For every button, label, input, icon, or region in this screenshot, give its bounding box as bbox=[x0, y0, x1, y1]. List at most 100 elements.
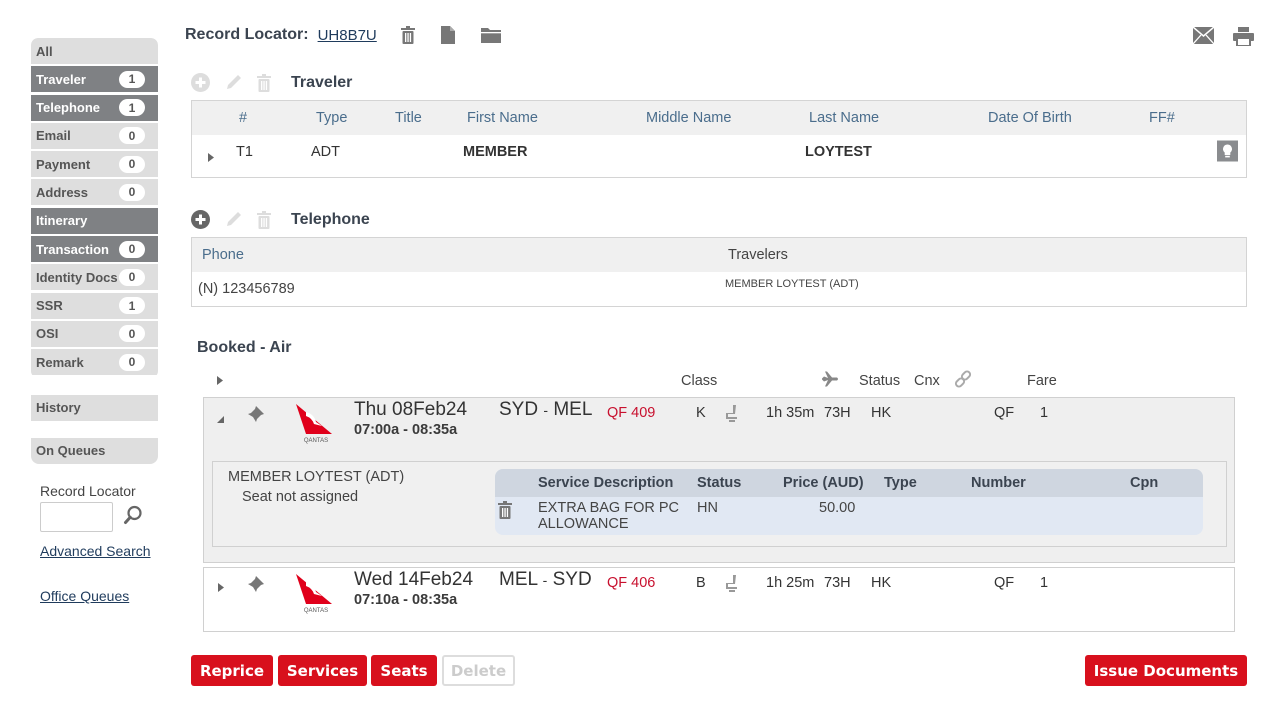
record-locator-search: Record Locator bbox=[40, 483, 143, 532]
trash-icon[interactable] bbox=[400, 26, 415, 44]
column-header: Last Name bbox=[809, 110, 880, 126]
traveler-number: T1 bbox=[236, 143, 253, 160]
collapse-arrow-icon[interactable] bbox=[217, 410, 224, 428]
column-header: Phone bbox=[202, 247, 244, 263]
count-badge: 0 bbox=[119, 325, 145, 343]
sidebar-item-remark[interactable]: Remark 0 bbox=[31, 349, 158, 376]
service-price: 50.00 bbox=[819, 500, 856, 516]
expand-arrow-icon[interactable] bbox=[208, 150, 214, 166]
sidebar-item-email[interactable]: Email 0 bbox=[31, 122, 158, 149]
sidebar: All Traveler 1 Telephone 1 Email 0 Payment 0… bbox=[31, 38, 158, 464]
flight-number[interactable]: QF 409 bbox=[607, 405, 655, 421]
table-row[interactable]: EXTRA BAG FOR PC ALLOWANCE HN 50.00 bbox=[495, 497, 1203, 535]
record-header: Record Locator: UH8B7U bbox=[185, 26, 501, 44]
booking-class: B bbox=[696, 575, 706, 591]
sidebar-item-payment[interactable]: Payment 0 bbox=[31, 151, 158, 178]
services-button[interactable]: Services bbox=[278, 655, 367, 686]
sidebar-item-label: On Queues bbox=[36, 443, 106, 459]
sidebar-item-on-queues[interactable]: On Queues bbox=[31, 437, 158, 464]
column-header: Type bbox=[316, 110, 348, 126]
column-header-status: Status bbox=[859, 373, 901, 389]
fare-carrier: QF bbox=[994, 405, 1015, 421]
sidebar-item-history[interactable]: History bbox=[31, 394, 158, 421]
seat-status: Seat not assigned bbox=[242, 489, 359, 505]
office-queues-link[interactable]: Office Queues bbox=[40, 588, 129, 604]
column-header-cnx: Cnx bbox=[914, 373, 940, 389]
advanced-search-link[interactable]: Advanced Search bbox=[40, 543, 151, 559]
lightbulb-icon[interactable] bbox=[1217, 140, 1238, 165]
telephone-table: Phone Travelers (N) 123456789 MEMBER LOY… bbox=[191, 237, 1247, 307]
folder-icon[interactable] bbox=[480, 26, 501, 44]
segment-times: 07:00a - 08:35a bbox=[354, 422, 458, 438]
air-segments-header: Class Status Cnx Fare bbox=[203, 369, 1235, 393]
table-row[interactable]: (N) 123456789 MEMBER LOYTEST (ADT) bbox=[192, 272, 1246, 306]
sidebar-item-label: Address bbox=[36, 184, 89, 200]
table-header: Service Description Status Price (AUD) T… bbox=[495, 469, 1203, 497]
sidebar-item-label: Telephone bbox=[36, 100, 101, 116]
segment-route: SYD - MEL bbox=[499, 399, 592, 421]
column-header: # bbox=[239, 110, 248, 126]
link-chain-icon bbox=[953, 369, 973, 393]
sidebar-item-itinerary[interactable]: Itinerary bbox=[31, 207, 158, 234]
issue-documents-button[interactable]: Issue Documents bbox=[1085, 655, 1247, 686]
sidebar-item-address[interactable]: Address 0 bbox=[31, 179, 158, 206]
column-header: Travelers bbox=[728, 247, 788, 263]
add-icon[interactable] bbox=[191, 73, 210, 92]
traveler-type: ADT bbox=[311, 143, 340, 160]
traveler-title: Traveler bbox=[291, 73, 353, 91]
sidebar-item-label: Remark bbox=[36, 354, 84, 370]
trash-icon[interactable] bbox=[498, 501, 512, 523]
segment-date: Thu 08Feb24 bbox=[354, 399, 468, 420]
sidebar-item-all[interactable]: All bbox=[31, 38, 158, 64]
add-icon[interactable] bbox=[191, 210, 210, 229]
document-icon[interactable] bbox=[440, 26, 455, 44]
segment-detail: MEMBER LOYTEST (ADT) Seat not assigned S… bbox=[212, 461, 1227, 547]
pin-icon[interactable] bbox=[247, 575, 265, 598]
flight-number[interactable]: QF 406 bbox=[607, 575, 655, 591]
trash-icon[interactable] bbox=[257, 73, 271, 92]
sidebar-item-identity-docs[interactable]: Identity Docs 0 bbox=[31, 264, 158, 291]
delete-button[interactable]: Delete bbox=[442, 655, 515, 686]
column-header: First Name bbox=[467, 110, 538, 126]
route-separator: - bbox=[543, 402, 549, 418]
traveler-table: # Type Title First Name Middle Name Last… bbox=[191, 100, 1247, 178]
reprice-button[interactable]: Reprice bbox=[191, 655, 273, 686]
sidebar-item-transaction[interactable]: Transaction 0 bbox=[31, 236, 158, 263]
seats-button[interactable]: Seats bbox=[371, 655, 437, 686]
trash-icon[interactable] bbox=[257, 210, 271, 229]
sidebar-item-label: Payment bbox=[36, 156, 91, 172]
sidebar-item-label: SSR bbox=[36, 298, 63, 314]
booked-air-title: Booked - Air bbox=[197, 339, 292, 356]
expand-all-icon[interactable] bbox=[217, 373, 223, 389]
origin: MEL bbox=[499, 569, 538, 590]
last-name: LOYTEST bbox=[805, 143, 872, 160]
qantas-logo-text: QANTAS bbox=[304, 438, 328, 444]
count-badge: 0 bbox=[119, 268, 145, 286]
search-icon[interactable] bbox=[123, 505, 143, 530]
sidebar-item-osi[interactable]: OSI 0 bbox=[31, 320, 158, 347]
edit-icon[interactable] bbox=[224, 73, 243, 92]
email-icon[interactable] bbox=[1192, 26, 1215, 51]
seat-icon[interactable] bbox=[724, 404, 740, 427]
sidebar-item-ssr[interactable]: SSR 1 bbox=[31, 292, 158, 319]
column-header: Cpn bbox=[1130, 475, 1159, 491]
column-header: Price (AUD) bbox=[783, 475, 864, 491]
record-locator-link[interactable]: UH8B7U bbox=[318, 27, 377, 44]
count-badge: 0 bbox=[119, 240, 145, 258]
record-locator-input[interactable] bbox=[40, 502, 113, 532]
column-header: Number bbox=[971, 475, 1026, 491]
seat-icon[interactable] bbox=[724, 574, 740, 597]
sidebar-item-traveler[interactable]: Traveler 1 bbox=[31, 66, 158, 93]
air-segment[interactable]: QANTAS Wed 14Feb24 07:10a - 08:35a MEL -… bbox=[203, 567, 1235, 632]
services-table: Service Description Status Price (AUD) T… bbox=[495, 469, 1203, 535]
air-segment[interactable]: QANTAS Thu 08Feb24 07:00a - 08:35a SYD -… bbox=[203, 397, 1235, 563]
edit-icon[interactable] bbox=[224, 210, 243, 229]
expand-arrow-icon[interactable] bbox=[218, 579, 224, 597]
count-badge: 0 bbox=[119, 353, 145, 371]
pin-icon[interactable] bbox=[247, 405, 265, 428]
table-row[interactable]: T1 ADT MEMBER LOYTEST bbox=[192, 135, 1246, 177]
equipment: 73H bbox=[824, 405, 851, 421]
sidebar-item-telephone[interactable]: Telephone 1 bbox=[31, 94, 158, 121]
column-header: Type bbox=[884, 475, 917, 491]
print-icon[interactable] bbox=[1233, 27, 1254, 51]
